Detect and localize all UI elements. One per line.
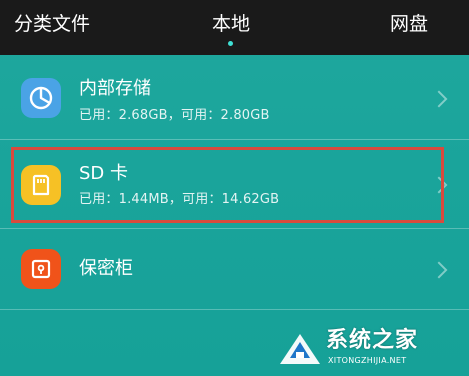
tab-category-files[interactable]: 分类文件 [14, 12, 90, 36]
chevron-right-icon [430, 261, 448, 279]
top-tab-bar: 分类文件 本地 网盘 [0, 0, 469, 55]
storage-row-internal[interactable]: 内部存储 已用：2.68GB，可用：2.80GB [0, 55, 469, 139]
storage-row-safe[interactable]: 保密柜 [0, 229, 469, 309]
row-usage: 已用：2.68GB，可用：2.80GB [79, 108, 270, 123]
active-tab-indicator [228, 41, 233, 46]
file-manager-screen: 分类文件 本地 网盘 内部存储 已用：2.68GB，可用：2.80GB SD 卡 [0, 0, 469, 376]
tab-local[interactable]: 本地 [212, 12, 250, 36]
watermark-title: 系统之家 [326, 328, 419, 353]
tab-cloud-drive[interactable]: 网盘 [390, 12, 428, 36]
pie-chart-icon [21, 78, 61, 118]
highlight-box [11, 147, 444, 223]
watermark-logo-icon [280, 334, 320, 364]
safe-icon [21, 249, 61, 289]
chevron-right-icon [430, 90, 448, 108]
row-title: 保密柜 [79, 258, 133, 279]
divider [0, 309, 469, 310]
watermark: 系统之家 XITONGZHIJIA.NET [278, 324, 463, 374]
row-title: 内部存储 [79, 78, 151, 99]
watermark-url: XITONGZHIJIA.NET [328, 356, 407, 365]
